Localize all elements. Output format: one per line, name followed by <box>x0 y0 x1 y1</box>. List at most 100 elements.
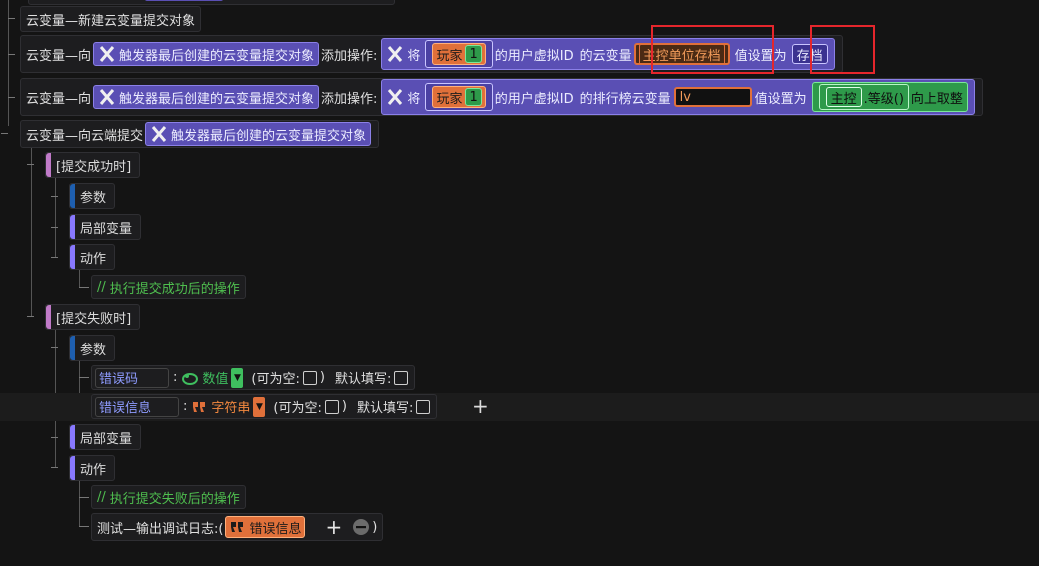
locals-bar <box>70 425 75 449</box>
comment-slash: // <box>97 279 106 295</box>
event-title: [提交成功时] <box>56 159 132 175</box>
tree-dash <box>27 316 34 317</box>
tree-dash <box>27 164 34 165</box>
player-param[interactable]: 玩家 1 <box>425 40 493 68</box>
success-params-node[interactable]: 参数 <box>69 183 116 209</box>
log-arg-param[interactable]: 错误信息 <box>225 516 306 538</box>
success-locals-node[interactable]: 局部变量 <box>69 214 142 240</box>
on-submit-failure-event[interactable]: [提交失败时] <box>45 304 141 330</box>
comment-slash: // <box>97 489 106 505</box>
on-submit-success-event[interactable]: [提交成功时] <box>45 152 141 178</box>
string-type-icon <box>231 522 244 532</box>
tree-line-success <box>55 178 56 258</box>
tree-dash <box>51 227 58 228</box>
nullable-label: (可为空: <box>251 372 300 387</box>
action-prefix: 云变量—向 <box>26 48 92 64</box>
tree-line-success-actions <box>79 270 80 288</box>
nullable-close: ) <box>341 399 347 414</box>
highlight-box-var-name <box>651 25 774 74</box>
nullable-checkbox[interactable] <box>324 399 339 414</box>
submit-object-param[interactable]: 触发器最后创建的云变量提交对象 <box>145 122 372 146</box>
rank-var-name-input[interactable]: lv <box>673 87 752 107</box>
tree-dash <box>8 54 15 55</box>
failure-params-node[interactable]: 参数 <box>69 335 116 361</box>
number-type-icon <box>182 372 199 385</box>
failure-comment[interactable]: // 执行提交失败后的操作 <box>91 485 246 509</box>
virtual-id-label: 的用户虚拟ID <box>494 48 574 64</box>
player-label: 玩家 <box>436 48 463 64</box>
actions-label: 动作 <box>80 251 107 267</box>
function-x-icon <box>151 126 167 142</box>
log-close: ) <box>372 519 378 535</box>
player-block[interactable]: 玩家 1 <box>432 86 486 108</box>
actions-bar <box>70 456 75 480</box>
nullable-close: ) <box>319 370 325 385</box>
dropdown-icon[interactable]: ▼ <box>231 367 244 388</box>
action-label: 云变量—新建云变量提交对象 <box>26 13 196 29</box>
tree-dash <box>51 196 58 197</box>
success-comment[interactable]: // 执行提交成功后的操作 <box>91 275 246 299</box>
new-submit-object-action[interactable]: 云变量—新建云变量提交对象 <box>20 6 202 32</box>
locals-label: 局部变量 <box>80 221 133 237</box>
param-name: 错误码 <box>99 372 139 387</box>
add-param-button[interactable]: + <box>472 394 489 418</box>
action-prefix: 云变量—向 <box>26 91 92 107</box>
nullable-checkbox[interactable] <box>302 370 317 385</box>
error-code-param[interactable]: 错误码 : 数值 ▼ (可为空: ) 默认填写: <box>91 365 416 390</box>
player-block[interactable]: 玩家 1 <box>432 43 486 65</box>
param-text: 触发器最后创建的云变量提交对象 <box>119 91 315 107</box>
submit-to-cloud-action[interactable]: 云变量—向云端提交 触发器最后创建的云变量提交对象 <box>20 120 380 148</box>
default-checkbox[interactable] <box>416 399 431 414</box>
error-message-param[interactable]: 错误信息 : 字符串 ▼ (可为空: ) 默认填写: <box>91 394 438 419</box>
player-number[interactable]: 1 <box>465 45 482 63</box>
nullable-label: (可为空: <box>273 401 322 416</box>
failure-actions-node[interactable]: 动作 <box>69 455 116 481</box>
tree-dash <box>8 18 15 19</box>
set-label: 将 <box>407 48 421 64</box>
level-expression[interactable]: 主控 .等级() <box>818 84 909 110</box>
event-title: [提交失败时] <box>56 311 132 327</box>
player-number[interactable]: 1 <box>465 88 482 106</box>
set-rank-var-param[interactable]: 将 玩家 1 的用户虚拟ID 的排行榜云变量 lv 值设置为 主控 .等级() … <box>381 79 975 115</box>
default-checkbox[interactable] <box>394 370 409 385</box>
player-param[interactable]: 玩家 1 <box>425 83 493 111</box>
params-label: 参数 <box>80 342 107 358</box>
param-name-field[interactable]: 错误信息 <box>95 396 179 417</box>
params-bar <box>70 184 75 208</box>
tree-dash <box>51 437 58 438</box>
param-name-field[interactable]: 错误码 <box>95 367 169 388</box>
add-operation-action-2[interactable]: 云变量—向 触发器最后创建的云变量提交对象 添加操作: 将 玩家 1 的用户虚拟… <box>20 78 983 116</box>
set-label: 将 <box>407 91 421 107</box>
rank-var-label: 的排行榜云变量 <box>579 91 671 107</box>
debug-log-action[interactable]: 测试—输出调试日志:( 错误信息 + ) <box>91 513 384 541</box>
submit-object-param[interactable]: 触发器最后创建的云变量提交对象 <box>93 85 320 109</box>
unit-text: 主控 <box>830 91 857 107</box>
add-arg-button[interactable]: + <box>325 515 342 539</box>
tree-dash <box>79 287 89 288</box>
unit-param[interactable]: 主控 <box>825 87 862 107</box>
submit-object-param[interactable]: 触发器最后创建的云变量提交对象 <box>93 42 320 66</box>
string-type-icon <box>193 401 206 412</box>
cloud-var-label: 的云变量 <box>579 48 632 64</box>
remove-icon[interactable] <box>352 518 370 536</box>
tree-dash <box>79 497 89 498</box>
function-x-icon <box>99 89 115 105</box>
locals-bar <box>70 215 75 239</box>
param-text: 触发器最后创建的云变量提交对象 <box>119 48 315 64</box>
value-set-label: 值设置为 <box>754 91 807 107</box>
param-type[interactable]: 字符串 <box>211 397 250 416</box>
function-x-icon <box>388 89 403 105</box>
failure-locals-node[interactable]: 局部变量 <box>69 424 142 450</box>
param-type[interactable]: 数值 <box>202 368 228 387</box>
tree-dash <box>51 467 58 468</box>
top-block-accent <box>145 0 223 1</box>
add-op-label: 添加操作: <box>321 91 378 107</box>
virtual-id-label: 的用户虚拟ID <box>494 91 574 107</box>
ceil-expression[interactable]: 主控 .等级() 向上取整 <box>811 82 968 112</box>
tree-dash <box>51 347 58 348</box>
dropdown-icon[interactable]: ▼ <box>253 396 266 417</box>
log-arg-text: 错误信息 <box>249 521 302 537</box>
default-label: 默认填写: <box>356 401 414 416</box>
success-actions-node[interactable]: 动作 <box>69 244 116 270</box>
event-bar <box>46 305 51 329</box>
